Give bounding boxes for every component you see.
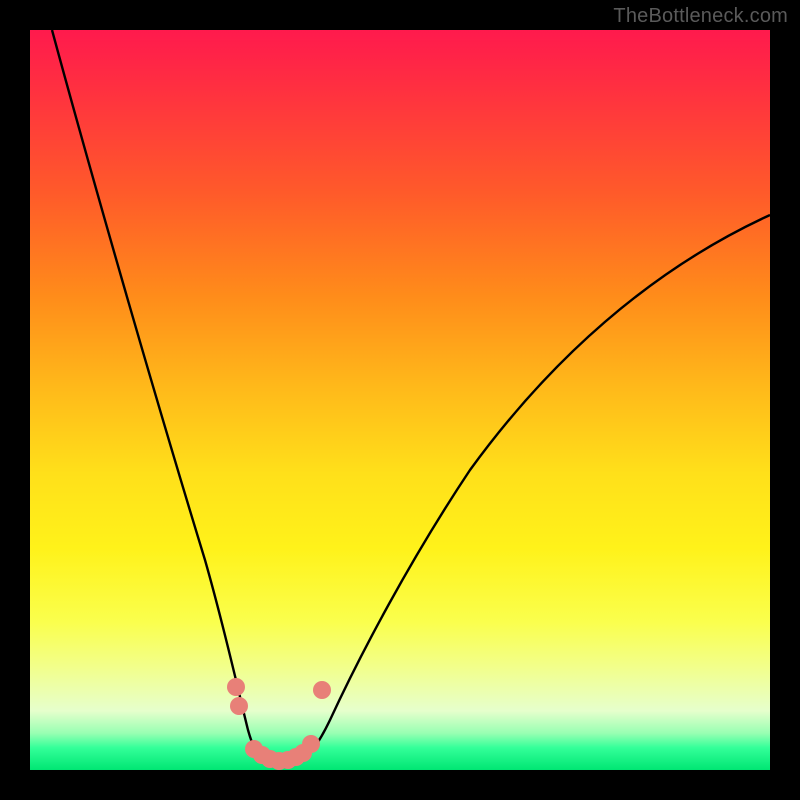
data-marker xyxy=(227,678,245,696)
data-marker xyxy=(302,735,320,753)
bottleneck-curve xyxy=(30,30,770,770)
plot-area xyxy=(30,30,770,770)
chart-frame: TheBottleneck.com xyxy=(0,0,800,800)
watermark-text: TheBottleneck.com xyxy=(613,5,788,28)
data-marker xyxy=(230,697,248,715)
data-marker xyxy=(313,681,331,699)
